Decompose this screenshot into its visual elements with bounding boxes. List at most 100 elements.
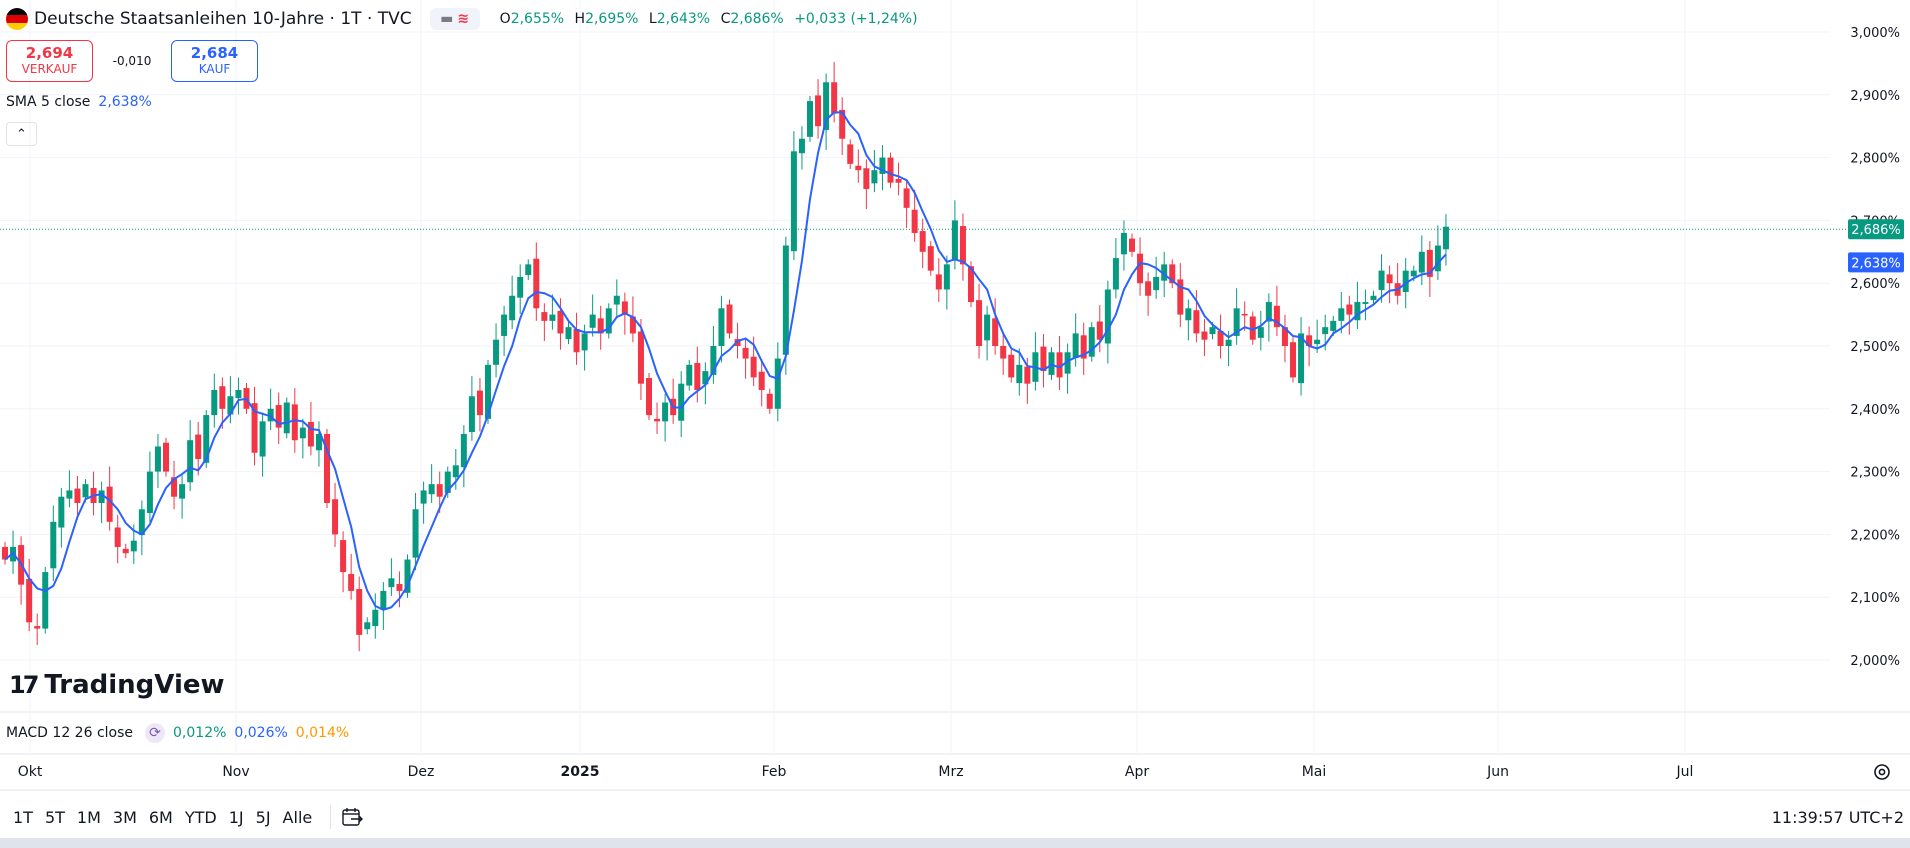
price-tick-label: 2,100% — [1850, 591, 1900, 606]
candle-body — [1000, 346, 1007, 359]
candle-body — [130, 540, 137, 552]
open-value: 2,655% — [510, 11, 565, 27]
minus-icon: ▬ — [440, 11, 454, 27]
candle-body — [694, 362, 701, 390]
calendar-goto-icon[interactable] — [341, 806, 365, 828]
sma-label: SMA 5 close — [6, 94, 91, 110]
candle-body — [501, 314, 508, 336]
candle-body — [589, 314, 596, 328]
candle-body — [1442, 226, 1449, 250]
candle-body — [219, 386, 226, 409]
time-tick-label: Jul — [1676, 764, 1694, 780]
chart-canvas[interactable]: 3,000%2,900%2,800%2,700%2,600%2,500%2,40… — [0, 0, 1910, 848]
time-tick-label: Nov — [222, 764, 249, 780]
loading-cycle-icon: ⟳ — [145, 723, 166, 743]
candle-body — [195, 434, 202, 460]
candle-body — [726, 304, 733, 334]
candle-body — [26, 578, 33, 623]
candle-body — [565, 327, 572, 340]
candle-body — [163, 442, 169, 472]
candle-body — [509, 295, 516, 321]
price-tick-label: 2,300% — [1850, 466, 1900, 481]
candle-body — [1120, 232, 1127, 255]
high-label: H — [574, 11, 586, 27]
candle-body — [976, 300, 983, 346]
candles — [2, 62, 1449, 652]
sell-label: VERKAUF — [21, 61, 78, 76]
clock-timezone[interactable]: 11:39:57 UTC+2 — [1772, 808, 1904, 827]
candle-body — [235, 389, 242, 399]
collapse-legend-button[interactable]: ⌃ — [6, 122, 37, 146]
range-ytd-button[interactable]: YTD — [179, 808, 223, 827]
tradingview-chart-window: 3,000%2,900%2,800%2,700%2,600%2,500%2,40… — [0, 0, 1910, 848]
candle-body — [662, 402, 669, 422]
candle-body — [259, 421, 266, 457]
close-value: 2,686% — [730, 11, 784, 27]
symbol-legend: Deutsche Staatsanleihen 10-Jahre · 1T · … — [6, 8, 924, 30]
candle-body — [959, 226, 966, 265]
candle-body — [50, 521, 57, 569]
range-5j-button[interactable]: 5J — [250, 808, 277, 827]
last-price-label: 2,686% — [1851, 223, 1901, 238]
candle-body — [1096, 321, 1103, 340]
divider — [330, 805, 332, 829]
candle-body — [1137, 253, 1144, 284]
candle-body — [82, 484, 89, 498]
range-1j-button[interactable]: 1J — [223, 808, 250, 827]
candle-body — [517, 276, 524, 298]
range-6m-button[interactable]: 6M — [143, 808, 179, 827]
range-5t-button[interactable]: 5T — [39, 808, 71, 827]
candle-body — [855, 165, 862, 171]
candle-body — [420, 490, 427, 504]
candle-body — [493, 339, 500, 365]
candle-body — [847, 144, 854, 164]
candle-body — [1185, 308, 1192, 321]
candle-body — [1201, 331, 1208, 340]
candle-body — [1418, 251, 1425, 273]
time-tick-label: Mai — [1302, 764, 1327, 780]
candle-body — [332, 499, 339, 535]
close-label: C — [720, 11, 731, 27]
candle-body — [1024, 366, 1031, 384]
time-tick-label: Feb — [762, 764, 787, 780]
candle-body — [74, 488, 81, 503]
sell-button[interactable]: 2,694 VERKAUF — [6, 40, 93, 82]
macd-legend[interactable]: MACD 12 26 close ⟳ 0,012% 0,026% 0,014% — [6, 723, 349, 743]
range-1t-button[interactable]: 1T — [7, 808, 39, 827]
low-label: L — [648, 11, 657, 27]
range-alle-button[interactable]: Alle — [277, 808, 319, 827]
candle-body — [557, 310, 564, 334]
buy-button[interactable]: 2,684 KAUF — [171, 40, 258, 82]
candle-body — [758, 371, 765, 390]
range-3m-button[interactable]: 3M — [107, 808, 143, 827]
indicator-toggle-button[interactable]: ▬ ≋ — [429, 8, 480, 30]
candle-body — [1225, 339, 1232, 346]
range-1m-button[interactable]: 1M — [71, 808, 107, 827]
candle-body — [573, 329, 580, 353]
candle-body — [396, 584, 403, 591]
candle-body — [654, 418, 661, 422]
sma-legend[interactable]: SMA 5 close 2,638% — [6, 94, 152, 110]
candle-body — [1193, 310, 1200, 334]
candle-body — [460, 433, 467, 468]
bottom-panel-edge — [0, 838, 1910, 848]
candle-body — [1378, 270, 1385, 291]
macd-signal-value: 0,026% — [234, 725, 288, 741]
symbol-title[interactable]: Deutsche Staatsanleihen 10-Jahre · 1T · … — [34, 9, 412, 29]
candle-body — [1104, 289, 1111, 344]
candle-body — [1330, 320, 1337, 331]
candle-body — [935, 274, 942, 290]
price-tick-label: 2,400% — [1850, 403, 1900, 418]
candle-body — [187, 440, 194, 483]
tradingview-logo[interactable]: 17 TradingView — [9, 670, 225, 700]
candle-body — [790, 151, 797, 252]
sma-price-label: 2,638% — [1851, 256, 1901, 271]
candle-body — [863, 168, 870, 189]
candle-body — [106, 486, 113, 522]
buy-label: KAUF — [198, 61, 231, 76]
candle-body — [340, 540, 347, 573]
candle-body — [581, 333, 588, 351]
gear-icon[interactable] — [1871, 761, 1893, 783]
candle-body — [372, 609, 379, 627]
candle-body — [541, 312, 548, 321]
